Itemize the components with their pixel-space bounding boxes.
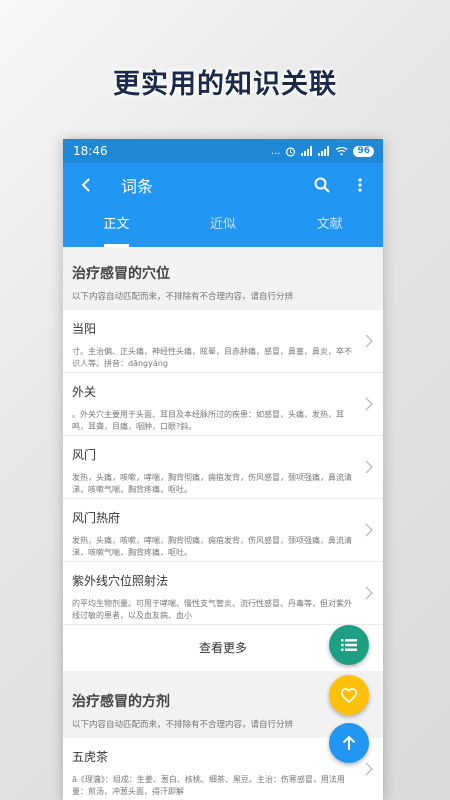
item-title: 五虎茶 — [72, 750, 109, 764]
status-icons: ... 96 — [270, 145, 374, 157]
promo-title: 更实用的知识关联 — [113, 69, 337, 100]
dots-icon: ... — [270, 145, 281, 157]
heart-icon — [340, 688, 358, 703]
search-icon[interactable] — [311, 174, 333, 196]
chevron-right-icon — [365, 460, 373, 474]
chevron-right-icon — [365, 523, 373, 537]
wifi-icon — [335, 146, 348, 156]
scroll-top-fab-button[interactable] — [329, 723, 369, 763]
section-header: 治疗感冒的穴位 以下内容自动匹配而来，不排除有不合理内容，请自行分辨 — [63, 247, 383, 310]
signal-icon — [301, 146, 313, 156]
chevron-right-icon — [365, 334, 373, 348]
list-item[interactable]: 风门 发热，头痛，咳嗽，哮喘，胸背彻痛，痈疽发背，伤风感冒，颈项强痛，鼻流清涕，… — [63, 436, 383, 499]
list-item[interactable]: 外关 。外关穴主要用于头面、耳目及本经脉所过的疾患：如感冒，头痛，发热，耳鸣，耳… — [63, 373, 383, 436]
app-bar: 词条 — [63, 163, 383, 207]
list-item[interactable]: 紫外线穴位照射法 的平均生物剂量。可用于哮喘、慢性支气管炎、流行性感冒、丹毒等，… — [63, 562, 383, 625]
list-icon — [341, 639, 357, 651]
back-arrow-icon[interactable] — [75, 174, 97, 196]
item-description: 寸。主治偏、正头痛，神经性头痛，眩晕，目赤肿痛，感冒，鼻塞，鼻炎，卒不识人等。拼… — [72, 347, 352, 368]
more-vert-icon[interactable] — [349, 174, 371, 196]
battery-icon: 96 — [353, 145, 374, 157]
tab-similar[interactable]: 近似 — [170, 207, 277, 247]
list-fab-button[interactable] — [329, 625, 369, 665]
arrow-up-icon — [342, 735, 356, 750]
item-description: 发热，头痛，咳嗽，哮喘，胸背彻痛，痈疽发背，伤风感冒，颈项强痛，鼻流清涕，咳嗽气… — [72, 536, 352, 557]
item-description: 的平均生物剂量。可用于哮喘、慢性支气管炎、流行性感冒、丹毒等，但对紫外线过敏的患… — [72, 599, 352, 620]
tab-bar: 正文 近似 文献 — [63, 207, 383, 247]
item-title: 风门热府 — [72, 511, 121, 525]
chevron-right-icon — [365, 397, 373, 411]
section-subtitle: 以下内容自动匹配而来，不排除有不合理内容，请自行分辨 — [72, 720, 294, 730]
status-bar: 18:46 ... 96 — [63, 139, 383, 163]
item-title: 紫外线穴位照射法 — [72, 574, 169, 588]
favorite-fab-button[interactable] — [329, 675, 369, 715]
tab-literature[interactable]: 文献 — [276, 207, 383, 247]
item-description: 。外关穴主要用于头面、耳目及本经脉所过的疾患：如感冒，头痛，发热，耳鸣，耳聋，目… — [72, 410, 344, 431]
chevron-right-icon — [365, 762, 373, 776]
section-title: 治疗感冒的穴位 — [72, 266, 170, 282]
item-title: 当阳 — [72, 322, 97, 336]
item-description: 发热，头痛，咳嗽，哮喘，胸背彻痛，痈疽发背，伤风感冒，颈项强痛，鼻流清涕，咳嗽气… — [72, 473, 352, 494]
section-subtitle: 以下内容自动匹配而来，不排除有不合理内容，请自行分辨 — [72, 292, 294, 302]
status-time: 18:46 — [73, 144, 108, 158]
chevron-right-icon — [365, 586, 373, 600]
alarm-icon — [286, 146, 296, 156]
list-item[interactable]: 风门热府 发热，头痛，咳嗽，哮喘，胸背彻痛，痈疽发背，伤风感冒，颈项强痛，鼻流清… — [63, 499, 383, 562]
phone-screen: 18:46 ... 96 词条 正文 近似 文献 治疗感冒的穴位 以下内容自动匹… — [63, 139, 383, 800]
list-item[interactable]: 当阳 寸。主治偏、正头痛，神经性头痛，眩晕，目赤肿痛，感冒，鼻塞，鼻炎，卒不识人… — [63, 310, 383, 373]
acupoint-list: 当阳 寸。主治偏、正头痛，神经性头痛，眩晕，目赤肿痛，感冒，鼻塞，鼻炎，卒不识人… — [63, 310, 383, 671]
item-title: 风门 — [72, 448, 97, 462]
page-title: 词条 — [121, 177, 154, 196]
item-description: ā《理瀹》：组成：生姜、葱白、核桃、细茶、黑豆。主治：伤寒感冒，用法用量：煎汤，… — [72, 775, 345, 796]
item-title: 外关 — [72, 385, 97, 399]
content: 治疗感冒的穴位 以下内容自动匹配而来，不排除有不合理内容，请自行分辨 当阳 寸。… — [63, 247, 383, 800]
tab-main-text[interactable]: 正文 — [63, 207, 170, 247]
signal-icon-2 — [318, 146, 330, 156]
